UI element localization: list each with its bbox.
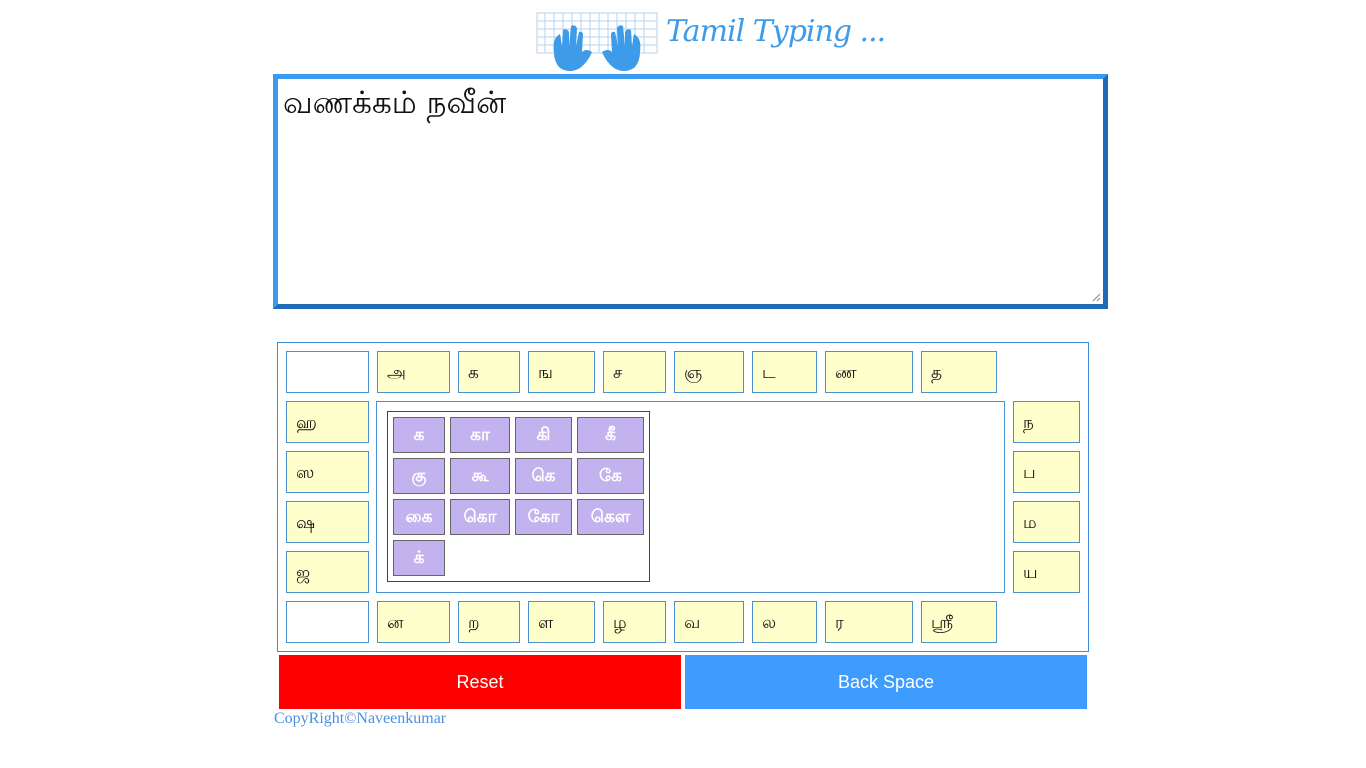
key-consonant[interactable]: ஸ: [286, 451, 369, 493]
vowel-sign-key[interactable]: கி: [515, 417, 572, 453]
key-consonant[interactable]: அ: [377, 351, 450, 393]
vowel-sign-key[interactable]: கே: [577, 458, 644, 494]
header: Tamil Typing ...: [534, 8, 886, 72]
key-consonant[interactable]: ட: [752, 351, 817, 393]
key-consonant[interactable]: ப: [1013, 451, 1080, 493]
vowel-sign-key[interactable]: கொ: [450, 499, 510, 535]
key-consonant[interactable]: ஹ: [286, 401, 369, 443]
key-consonant[interactable]: வ: [674, 601, 744, 643]
key-blank[interactable]: [286, 601, 369, 643]
key-consonant[interactable]: ய: [1013, 551, 1080, 593]
vowel-sign-key[interactable]: கெ: [515, 458, 572, 494]
vowel-sign-key[interactable]: கா: [450, 417, 510, 453]
key-consonant[interactable]: ர: [825, 601, 913, 643]
key-consonant[interactable]: ற: [458, 601, 520, 643]
key-consonant[interactable]: ச: [603, 351, 666, 393]
key-consonant[interactable]: ன: [377, 601, 450, 643]
backspace-button[interactable]: Back Space: [685, 655, 1087, 709]
vowel-sign-key[interactable]: கீ: [577, 417, 644, 453]
key-consonant[interactable]: ல: [752, 601, 817, 643]
key-consonant[interactable]: ம: [1013, 501, 1080, 543]
key-consonant[interactable]: ங: [528, 351, 595, 393]
key-blank[interactable]: [286, 351, 369, 393]
key-consonant[interactable]: க: [458, 351, 520, 393]
key-consonant[interactable]: ழ: [603, 601, 666, 643]
key-consonant[interactable]: ஸ்ரீ: [921, 601, 997, 643]
reset-button[interactable]: Reset: [279, 655, 681, 709]
key-consonant[interactable]: ண: [825, 351, 913, 393]
text-editor-frame: [273, 74, 1108, 309]
vowel-sign-key[interactable]: கோ: [515, 499, 572, 535]
key-consonant[interactable]: ஜ: [286, 551, 369, 593]
app-title: Tamil Typing ...: [666, 14, 886, 49]
tamil-text-area[interactable]: [278, 79, 1103, 304]
vowel-sign-key[interactable]: க்: [393, 540, 445, 576]
vowel-sign-key[interactable]: கை: [393, 499, 445, 535]
key-consonant[interactable]: ள: [528, 601, 595, 643]
key-consonant[interactable]: த: [921, 351, 997, 393]
key-consonant[interactable]: ந: [1013, 401, 1080, 443]
resize-grip-icon[interactable]: [1091, 292, 1101, 302]
copyright-text: CopyRight©Naveenkumar: [274, 710, 447, 727]
vowel-sign-key[interactable]: கௌ: [577, 499, 644, 535]
vowel-sign-key[interactable]: கு: [393, 458, 445, 494]
vowel-sign-key[interactable]: கூ: [450, 458, 510, 494]
vowel-sign-key[interactable]: க: [393, 417, 445, 453]
key-consonant[interactable]: ஞ: [674, 351, 744, 393]
key-consonant[interactable]: ஷ: [286, 501, 369, 543]
keyboard-hands-icon: [536, 12, 658, 71]
